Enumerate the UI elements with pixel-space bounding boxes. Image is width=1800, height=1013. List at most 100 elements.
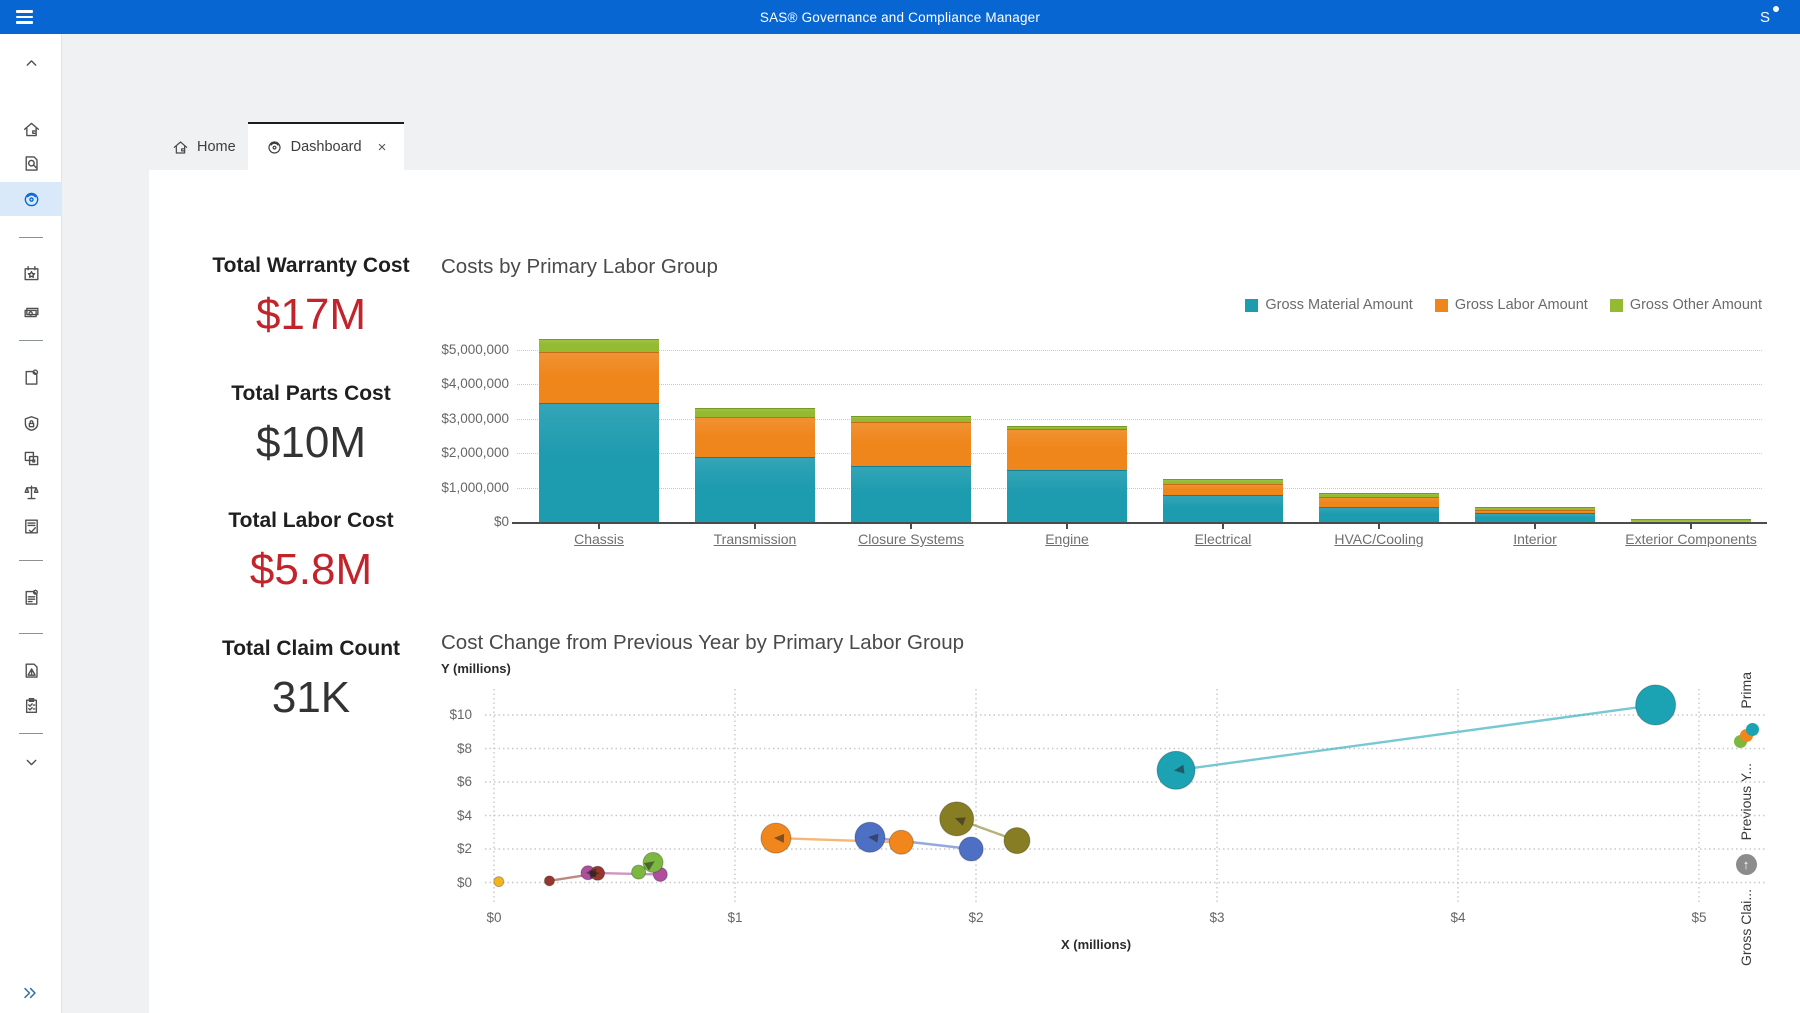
sidebar-item-scales[interactable] [0, 475, 62, 509]
chevron-down-icon [22, 753, 41, 772]
sidebar-expand-button[interactable] [14, 978, 48, 1008]
legend-item[interactable]: Gross Material Amount [1245, 297, 1412, 313]
bar-ytick-label: $1,000,000 [399, 480, 509, 495]
bar-axis-tick [1690, 524, 1692, 529]
bubble-previous-blue[interactable] [959, 837, 983, 861]
bar-segment-gross-labor-amount[interactable] [539, 352, 659, 404]
sidebar-item-payments[interactable] [0, 295, 62, 329]
payments-icon [22, 303, 41, 322]
bar-axis-tick [1378, 524, 1380, 529]
tab-home[interactable]: Home [162, 130, 246, 164]
sidebar-item-calendar-star[interactable] [0, 256, 62, 290]
home-icon [172, 139, 189, 156]
bar-axis-tick [754, 524, 756, 529]
bar-category-link[interactable]: Engine [987, 531, 1147, 547]
bubble-xtick-label: $5 [1669, 910, 1729, 925]
bar-category-link[interactable]: Closure Systems [831, 531, 991, 547]
bar-segment-gross-labor-amount[interactable] [1475, 510, 1595, 513]
bubble-ytick-label: $2 [392, 841, 472, 856]
user-avatar[interactable]: S [1752, 5, 1778, 29]
legend-item[interactable]: Gross Other Amount [1610, 297, 1762, 313]
clipboard-check-icon [22, 696, 41, 715]
bubble-previous-maroon[interactable] [544, 876, 554, 886]
bar-segment-gross-other-amount[interactable] [695, 408, 815, 417]
sidebar [0, 34, 62, 1013]
bubble-previous-teal[interactable] [1636, 685, 1676, 725]
bar-segment-gross-labor-amount[interactable] [1007, 429, 1127, 470]
bar-axis-tick [598, 524, 600, 529]
sidebar-item-task-new[interactable] [0, 360, 62, 394]
bar-segment-gross-other-amount[interactable] [1631, 519, 1751, 521]
bubble-previous-orange[interactable] [889, 830, 913, 854]
bar-segment-gross-other-amount[interactable] [539, 339, 659, 352]
main-area: Home Dashboard × Costs by Primary Labor … [62, 34, 1800, 1013]
bar-gridline [517, 384, 1762, 385]
bar-segment-gross-labor-amount[interactable] [1319, 497, 1439, 506]
document-info-icon [22, 588, 41, 607]
bubble-ytick-label: $0 [392, 875, 472, 890]
bar-axis-tick [1222, 524, 1224, 529]
sidebar-item-clipboard-check[interactable] [0, 688, 62, 722]
bar-category-link[interactable]: Transmission [675, 531, 835, 547]
bar-category-link[interactable]: Chassis [519, 531, 679, 547]
tab-dashboard[interactable]: Dashboard × [248, 122, 404, 170]
bar-segment-gross-labor-amount[interactable] [695, 417, 815, 457]
bar-ytick-label: $3,000,000 [399, 411, 509, 426]
bar-segment-gross-material-amount[interactable] [1319, 507, 1439, 522]
bar-segment-gross-labor-amount[interactable] [1631, 521, 1751, 522]
sidebar-item-document-info[interactable] [0, 580, 62, 614]
bar-segment-gross-labor-amount[interactable] [851, 422, 971, 467]
bubble-current-amber[interactable] [494, 877, 504, 887]
legend-label: Gross Other Amount [1630, 297, 1762, 313]
bubble-ytick-label: $10 [392, 707, 472, 722]
document-warning-icon [22, 661, 41, 680]
bubble-xtick-label: $0 [464, 910, 524, 925]
bar-segment-gross-labor-amount[interactable] [1163, 484, 1283, 495]
bar-segment-gross-other-amount[interactable] [1319, 493, 1439, 497]
bubble-previous-olive[interactable] [1004, 828, 1030, 854]
bar-segment-gross-material-amount[interactable] [1163, 495, 1283, 522]
bubble-plot [477, 684, 1777, 916]
sidebar-item-document-check[interactable] [0, 509, 62, 543]
sidebar-item-shield-lock[interactable] [0, 406, 62, 440]
sidebar-item-chevron-up[interactable] [0, 45, 62, 79]
sidebar-divider [19, 237, 43, 238]
bar-category-link[interactable]: Exterior Components [1611, 531, 1771, 547]
bubble-ytick-label: $8 [392, 741, 472, 756]
bar-segment-gross-other-amount[interactable] [1007, 426, 1127, 429]
bar-gridline [517, 350, 1762, 351]
bar-segment-gross-other-amount[interactable] [851, 416, 971, 421]
bar-category-link[interactable]: HVAC/Cooling [1299, 531, 1459, 547]
bubble-previous-green[interactable] [632, 865, 646, 879]
bar-segment-gross-other-amount[interactable] [1475, 507, 1595, 510]
sidebar-item-report-search[interactable] [0, 146, 62, 180]
kpi-value: $5.8M [151, 545, 471, 595]
sidebar-item-dashboard[interactable] [0, 182, 62, 216]
sidebar-item-chevron-down[interactable] [0, 745, 62, 779]
legend-label: Gross Material Amount [1265, 297, 1412, 313]
dashboard-icon [22, 190, 41, 209]
hamburger-menu-button[interactable] [16, 7, 40, 27]
bar-x-axis [512, 522, 1767, 524]
legend-swatch [1610, 299, 1623, 312]
bar-segment-gross-other-amount[interactable] [1163, 479, 1283, 484]
bar-segment-gross-material-amount[interactable] [1007, 470, 1127, 522]
bar-segment-gross-material-amount[interactable] [851, 466, 971, 522]
bar-segment-gross-material-amount[interactable] [539, 403, 659, 522]
app-window: SAS® Governance and Compliance Manager S… [0, 0, 1800, 1013]
calendar-star-icon [22, 264, 41, 283]
close-icon[interactable]: × [378, 140, 387, 155]
bar-ytick-label: $4,000,000 [399, 376, 509, 391]
bar-chart-title: Costs by Primary Labor Group [441, 255, 718, 279]
sidebar-item-document-warning[interactable] [0, 653, 62, 687]
sidebar-item-copy[interactable] [0, 441, 62, 475]
bar-segment-gross-material-amount[interactable] [695, 457, 815, 522]
bar-category-link[interactable]: Electrical [1143, 531, 1303, 547]
legend-item[interactable]: Gross Labor Amount [1435, 297, 1588, 313]
report-search-icon [22, 154, 41, 173]
bar-segment-gross-material-amount[interactable] [1475, 513, 1595, 522]
bar-category-link[interactable]: Interior [1455, 531, 1615, 547]
sidebar-item-home[interactable] [0, 112, 62, 146]
bubble-trend-line [1176, 705, 1656, 770]
bar-chart-legend: Gross Material Amount Gross Labor Amount G… [1245, 297, 1762, 313]
